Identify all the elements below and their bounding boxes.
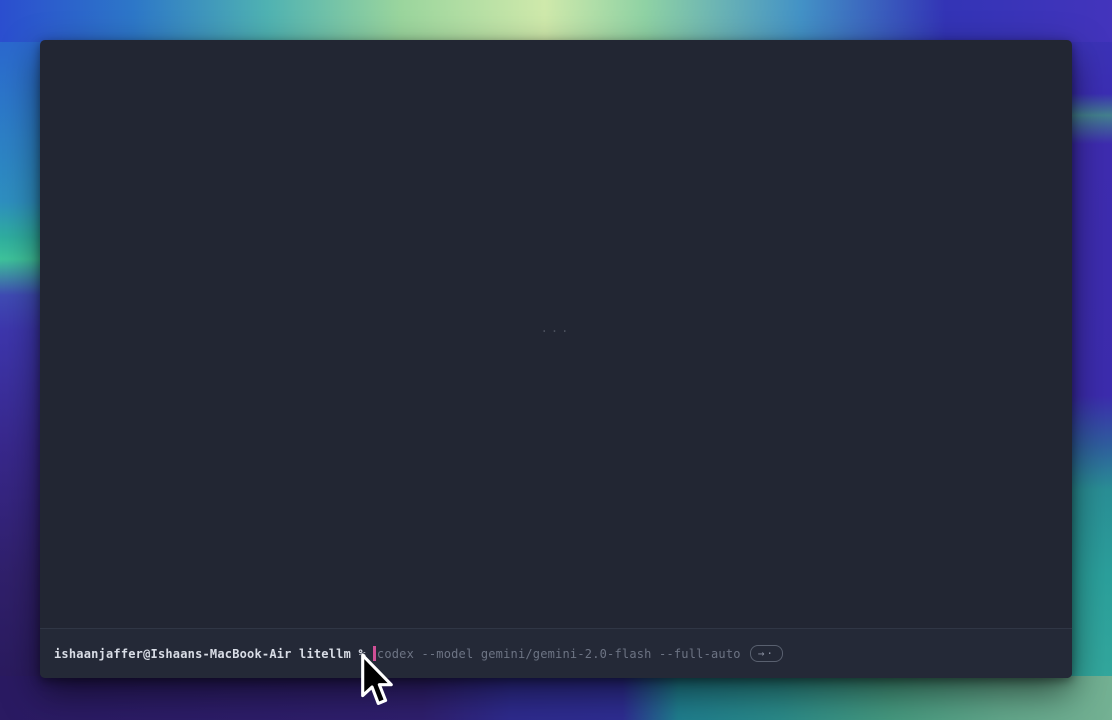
text-cursor <box>373 646 376 661</box>
prompt-symbol: % <box>358 647 365 661</box>
terminal-window[interactable]: ... ishaanjaffer@Ishaans-MacBook-Air lit… <box>40 40 1072 678</box>
autosuggestion-text: codex --model gemini/gemini-2.0-flash --… <box>377 647 741 661</box>
command-input-line[interactable]: ishaanjaffer@Ishaans-MacBook-Air litellm… <box>40 629 1072 678</box>
wallpaper-bottom-edge <box>0 676 1112 720</box>
accept-suggestion-hint-badge: →· <box>750 645 783 662</box>
wallpaper-top-edge <box>0 0 1112 42</box>
prompt-directory: litellm <box>299 647 351 661</box>
terminal-output-area: ... <box>40 40 1072 628</box>
loading-ellipsis: ... <box>541 321 572 335</box>
prompt-space <box>292 647 299 661</box>
prompt-space <box>351 647 358 661</box>
wallpaper-right-edge <box>1068 0 1112 720</box>
prompt-user-host: ishaanjaffer@Ishaans-MacBook-Air <box>54 647 292 661</box>
wallpaper-left-edge <box>0 0 44 720</box>
